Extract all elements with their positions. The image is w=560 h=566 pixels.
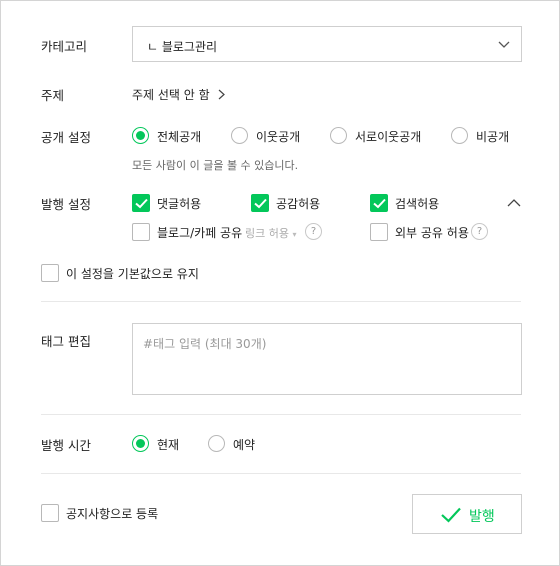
publish-time-now-label: 현재 (157, 438, 180, 452)
visibility-option-neighbors: 이웃공개 (256, 130, 301, 144)
collapse-chevron-up-icon[interactable] (507, 197, 521, 211)
publish-time-reserve-label: 예약 (233, 438, 256, 452)
visibility-option-mutual: 서로이웃공개 (355, 130, 422, 144)
visibility-radio-public[interactable] (132, 127, 149, 144)
search-label: 검색허용 (395, 197, 440, 211)
visibility-note: 모든 사람이 이 글을 볼 수 있습니다. (132, 159, 299, 172)
search-checkbox[interactable] (370, 194, 388, 212)
visibility-label: 공개 설정 (41, 130, 91, 145)
blog-cafe-share-checkbox[interactable] (132, 223, 150, 241)
publish-time-now-radio[interactable] (132, 435, 149, 452)
divider (41, 301, 521, 302)
chevron-right-icon (214, 88, 226, 102)
caret-down-icon: ▾ (292, 230, 297, 239)
publish-time-label: 발행 시간 (41, 438, 91, 453)
notice-checkbox[interactable] (41, 504, 59, 522)
link-allow-label: 링크 허용 (245, 227, 289, 240)
help-icon[interactable]: ? (305, 223, 322, 240)
link-allow-dropdown[interactable]: 링크 허용 ▾ (245, 225, 297, 241)
blog-cafe-share-label: 블로그/카페 공유 (157, 226, 243, 240)
publish-settings-panel: 카테고리 ㄴ 블로그관리 주제 주제 선택 안 함 공개 설정 전체공개 이웃공… (0, 0, 560, 566)
category-selected-value: ㄴ 블로그관리 (147, 40, 218, 54)
publish-button[interactable]: 발행 (412, 494, 522, 534)
tag-input-placeholder: #태그 입력 (최대 30개) (143, 337, 267, 351)
publish-settings-label: 발행 설정 (41, 197, 91, 212)
checkmark-icon (441, 507, 461, 523)
comments-checkbox[interactable] (132, 194, 150, 212)
external-share-checkbox[interactable] (370, 223, 388, 241)
topic-select-link[interactable]: 주제 선택 안 함 (132, 86, 226, 103)
visibility-radio-mutual[interactable] (330, 127, 347, 144)
keep-default-label: 이 설정을 기본값으로 유지 (66, 267, 199, 281)
visibility-radio-neighbors[interactable] (231, 127, 248, 144)
visibility-radio-private[interactable] (451, 127, 468, 144)
help-icon-external[interactable]: ? (471, 223, 488, 240)
tags-label: 태그 편집 (41, 334, 91, 349)
likes-checkbox[interactable] (251, 194, 269, 212)
divider (41, 473, 521, 474)
chevron-down-icon (497, 37, 511, 51)
visibility-option-public: 전체공개 (157, 130, 202, 144)
category-select[interactable]: ㄴ 블로그관리 (132, 26, 522, 62)
divider (41, 414, 521, 415)
visibility-option-private: 비공개 (476, 130, 510, 144)
notice-label: 공지사항으로 등록 (66, 507, 159, 521)
comments-label: 댓글허용 (157, 197, 202, 211)
topic-label: 주제 (41, 88, 65, 103)
external-share-label: 외부 공유 허용 (395, 226, 469, 240)
publish-button-label: 발행 (469, 509, 495, 525)
topic-value: 주제 선택 안 함 (132, 88, 210, 102)
keep-default-checkbox[interactable] (41, 264, 59, 282)
category-label: 카테고리 (41, 39, 88, 54)
tag-input[interactable]: #태그 입력 (최대 30개) (132, 323, 522, 395)
publish-time-reserve-radio[interactable] (208, 435, 225, 452)
likes-label: 공감허용 (276, 197, 321, 211)
